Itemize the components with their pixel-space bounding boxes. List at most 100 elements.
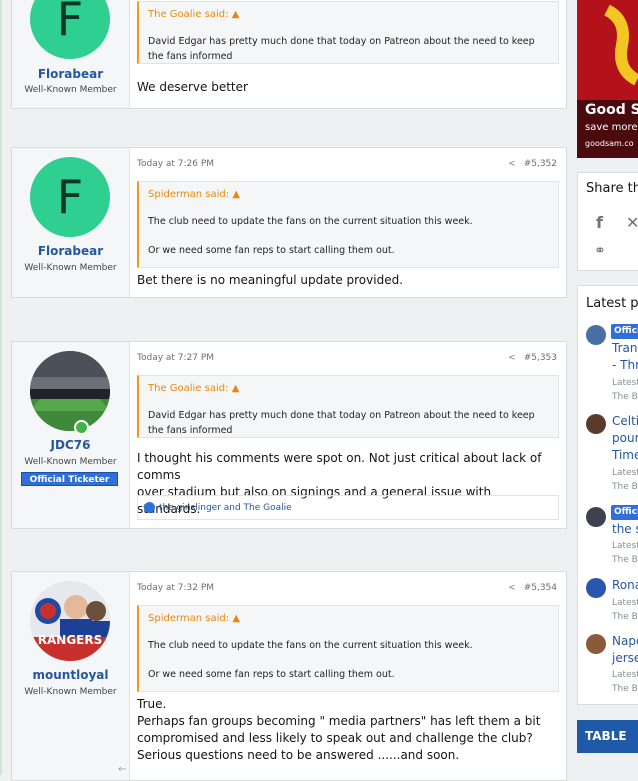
scroll-left-arrow-icon[interactable]: ←	[118, 764, 126, 775]
latest-post-item[interactable]: Napojerse Latest The B	[578, 630, 638, 704]
thread-prefix-tag: Offici	[611, 505, 638, 520]
rangers-avatar-image	[30, 581, 110, 661]
latest-post-meta: Latest The B	[612, 596, 638, 624]
quote-block: Spiderman said: ▲ The club need to updat…	[137, 181, 559, 268]
quote-author[interactable]: The Goalie said: ▲	[148, 383, 239, 394]
user-badge: Official Ticketer	[21, 472, 118, 486]
latest-post-title[interactable]: Trans- Thr	[612, 340, 638, 374]
title-line[interactable]: - Thr	[612, 357, 638, 374]
quote-line: The club need to update the fans on the …	[148, 216, 473, 227]
quote-author-label[interactable]: The Goalie said:	[148, 383, 229, 394]
meta-line[interactable]: The B	[612, 610, 638, 624]
arrow-up-circle-icon[interactable]: ▲	[232, 189, 240, 200]
latest-post-title[interactable]: Napojerse	[612, 633, 638, 667]
quote-line: the fans informed	[148, 51, 233, 62]
share-icon[interactable]: <	[508, 159, 516, 169]
avatar[interactable]: F	[30, 0, 110, 59]
body-line: Bet there is no meaningful update provid…	[137, 273, 404, 287]
title-line[interactable]: Napo	[612, 633, 638, 650]
quote-author-label[interactable]: Spiderman said:	[148, 613, 229, 624]
meta-line[interactable]: The B	[612, 390, 638, 404]
latest-post-title[interactable]: the s	[612, 521, 638, 538]
username[interactable]: mountloyal	[12, 668, 129, 682]
title-line[interactable]: Trans	[612, 340, 638, 357]
quote-author[interactable]: Spiderman said: ▲	[148, 613, 240, 624]
link-icon[interactable]: ⚭	[594, 243, 606, 259]
share-panel: Share th f ✕ ⚭	[577, 172, 638, 271]
post-number[interactable]: #5,352	[524, 159, 557, 169]
username[interactable]: Florabear	[12, 67, 129, 81]
quote-author-label[interactable]: The Goalie said:	[148, 9, 229, 20]
quote-block: Spiderman said: ▲ The club need to updat…	[137, 605, 559, 692]
arrow-up-circle-icon[interactable]: ▲	[232, 613, 240, 624]
meta-line[interactable]: The B	[612, 480, 638, 494]
latest-posts-title: Latest po	[586, 296, 638, 311]
post-timestamp[interactable]: Today at 7:27 PM	[137, 353, 214, 363]
avatar-brand-text: RANGERS	[37, 633, 103, 647]
quote-author-label[interactable]: Spiderman said:	[148, 189, 229, 200]
share-title: Share th	[586, 181, 638, 196]
meta-line: Latest	[612, 468, 638, 478]
share-icon[interactable]: <	[508, 583, 516, 593]
quote-line: Or we need some fan reps to start callin…	[148, 245, 395, 256]
quote-author[interactable]: The Goalie said: ▲	[148, 9, 239, 20]
title-line[interactable]: pour	[612, 430, 638, 447]
post-meta-right: < #5,352	[508, 159, 557, 169]
ad-graphic	[577, 0, 638, 100]
latest-post-item[interactable]: Offici Trans- Thr Latest The B	[578, 322, 638, 402]
share-icon[interactable]: <	[508, 353, 516, 363]
sidebar-ad[interactable]: Good S save more goodsam.co	[577, 0, 638, 158]
latest-posts-panel: Latest po Offici Trans- Thr LatestThe B …	[577, 285, 638, 705]
latest-post-item[interactable]: Offici the s Latest The B	[578, 504, 638, 580]
post-number[interactable]: #5,353	[524, 353, 557, 363]
x-twitter-icon[interactable]: ✕	[626, 213, 638, 232]
post-timestamp[interactable]: Today at 7:32 PM	[137, 583, 214, 593]
title-line[interactable]: jerse	[612, 650, 638, 667]
post-user-panel: F Florabear Well-Known Member	[12, 0, 130, 108]
latest-post-title[interactable]: Rona	[612, 577, 638, 594]
post-5351: F Florabear Well-Known Member The Goalie…	[11, 0, 567, 109]
latest-post-title[interactable]: CelticpourTime	[612, 413, 638, 464]
avatar[interactable]: RANGERS	[30, 581, 110, 661]
thread-prefix-tag: Offici	[611, 324, 638, 339]
body-line: We deserve better	[137, 80, 248, 94]
quote-line: David Edgar has pretty much done that to…	[148, 36, 535, 47]
ad-subtitle: save more	[585, 122, 638, 133]
avatar[interactable]	[586, 578, 606, 598]
avatar[interactable]	[30, 351, 110, 431]
reactions-users[interactable]: the ginslinger and The Goalie	[159, 503, 292, 513]
quote-author[interactable]: Spiderman said: ▲	[148, 189, 240, 200]
title-line[interactable]: Celtic	[612, 413, 638, 430]
facebook-icon[interactable]: f	[596, 213, 603, 232]
ad-domain: goodsam.co	[585, 139, 634, 148]
stadium-avatar-image	[30, 351, 110, 431]
avatar[interactable]	[586, 507, 606, 527]
username[interactable]: JDC76	[12, 438, 129, 452]
table-button[interactable]: TABLE	[577, 720, 638, 753]
arrow-up-circle-icon[interactable]: ▲	[232, 9, 240, 20]
post-5354: RANGERS mountloyal Well-Known Member Tod…	[11, 571, 567, 781]
meta-line[interactable]: The B	[612, 553, 638, 567]
title-line[interactable]: Rona	[612, 577, 638, 594]
meta-line[interactable]: The B	[612, 682, 638, 696]
post-body: True. Perhaps fan groups becoming " medi…	[137, 696, 554, 764]
post-5352: F Florabear Well-Known Member Today at 7…	[11, 147, 567, 298]
avatar[interactable]	[586, 325, 606, 345]
body-line: True.	[137, 697, 167, 711]
quote-text: The club need to update the fans on the …	[148, 214, 550, 258]
post-number[interactable]: #5,354	[524, 583, 557, 593]
username[interactable]: Florabear	[12, 244, 129, 258]
latest-post-meta: Latest The B	[612, 376, 638, 404]
title-line[interactable]: the s	[612, 521, 638, 538]
title-line[interactable]: Time	[612, 447, 638, 464]
meta-line: Latest	[612, 670, 638, 680]
post-meta-right: < #5,354	[508, 583, 557, 593]
reactions-bar[interactable]: the ginslinger and The Goalie	[137, 495, 559, 520]
latest-post-item[interactable]: CelticpourTime Latest The B	[578, 410, 638, 492]
avatar[interactable]	[586, 634, 606, 654]
arrow-up-circle-icon[interactable]: ▲	[232, 383, 240, 394]
post-timestamp[interactable]: Today at 7:26 PM	[137, 159, 214, 169]
meta-line: Latest	[612, 598, 638, 608]
avatar[interactable]: F	[30, 157, 110, 237]
avatar[interactable]	[586, 414, 606, 434]
